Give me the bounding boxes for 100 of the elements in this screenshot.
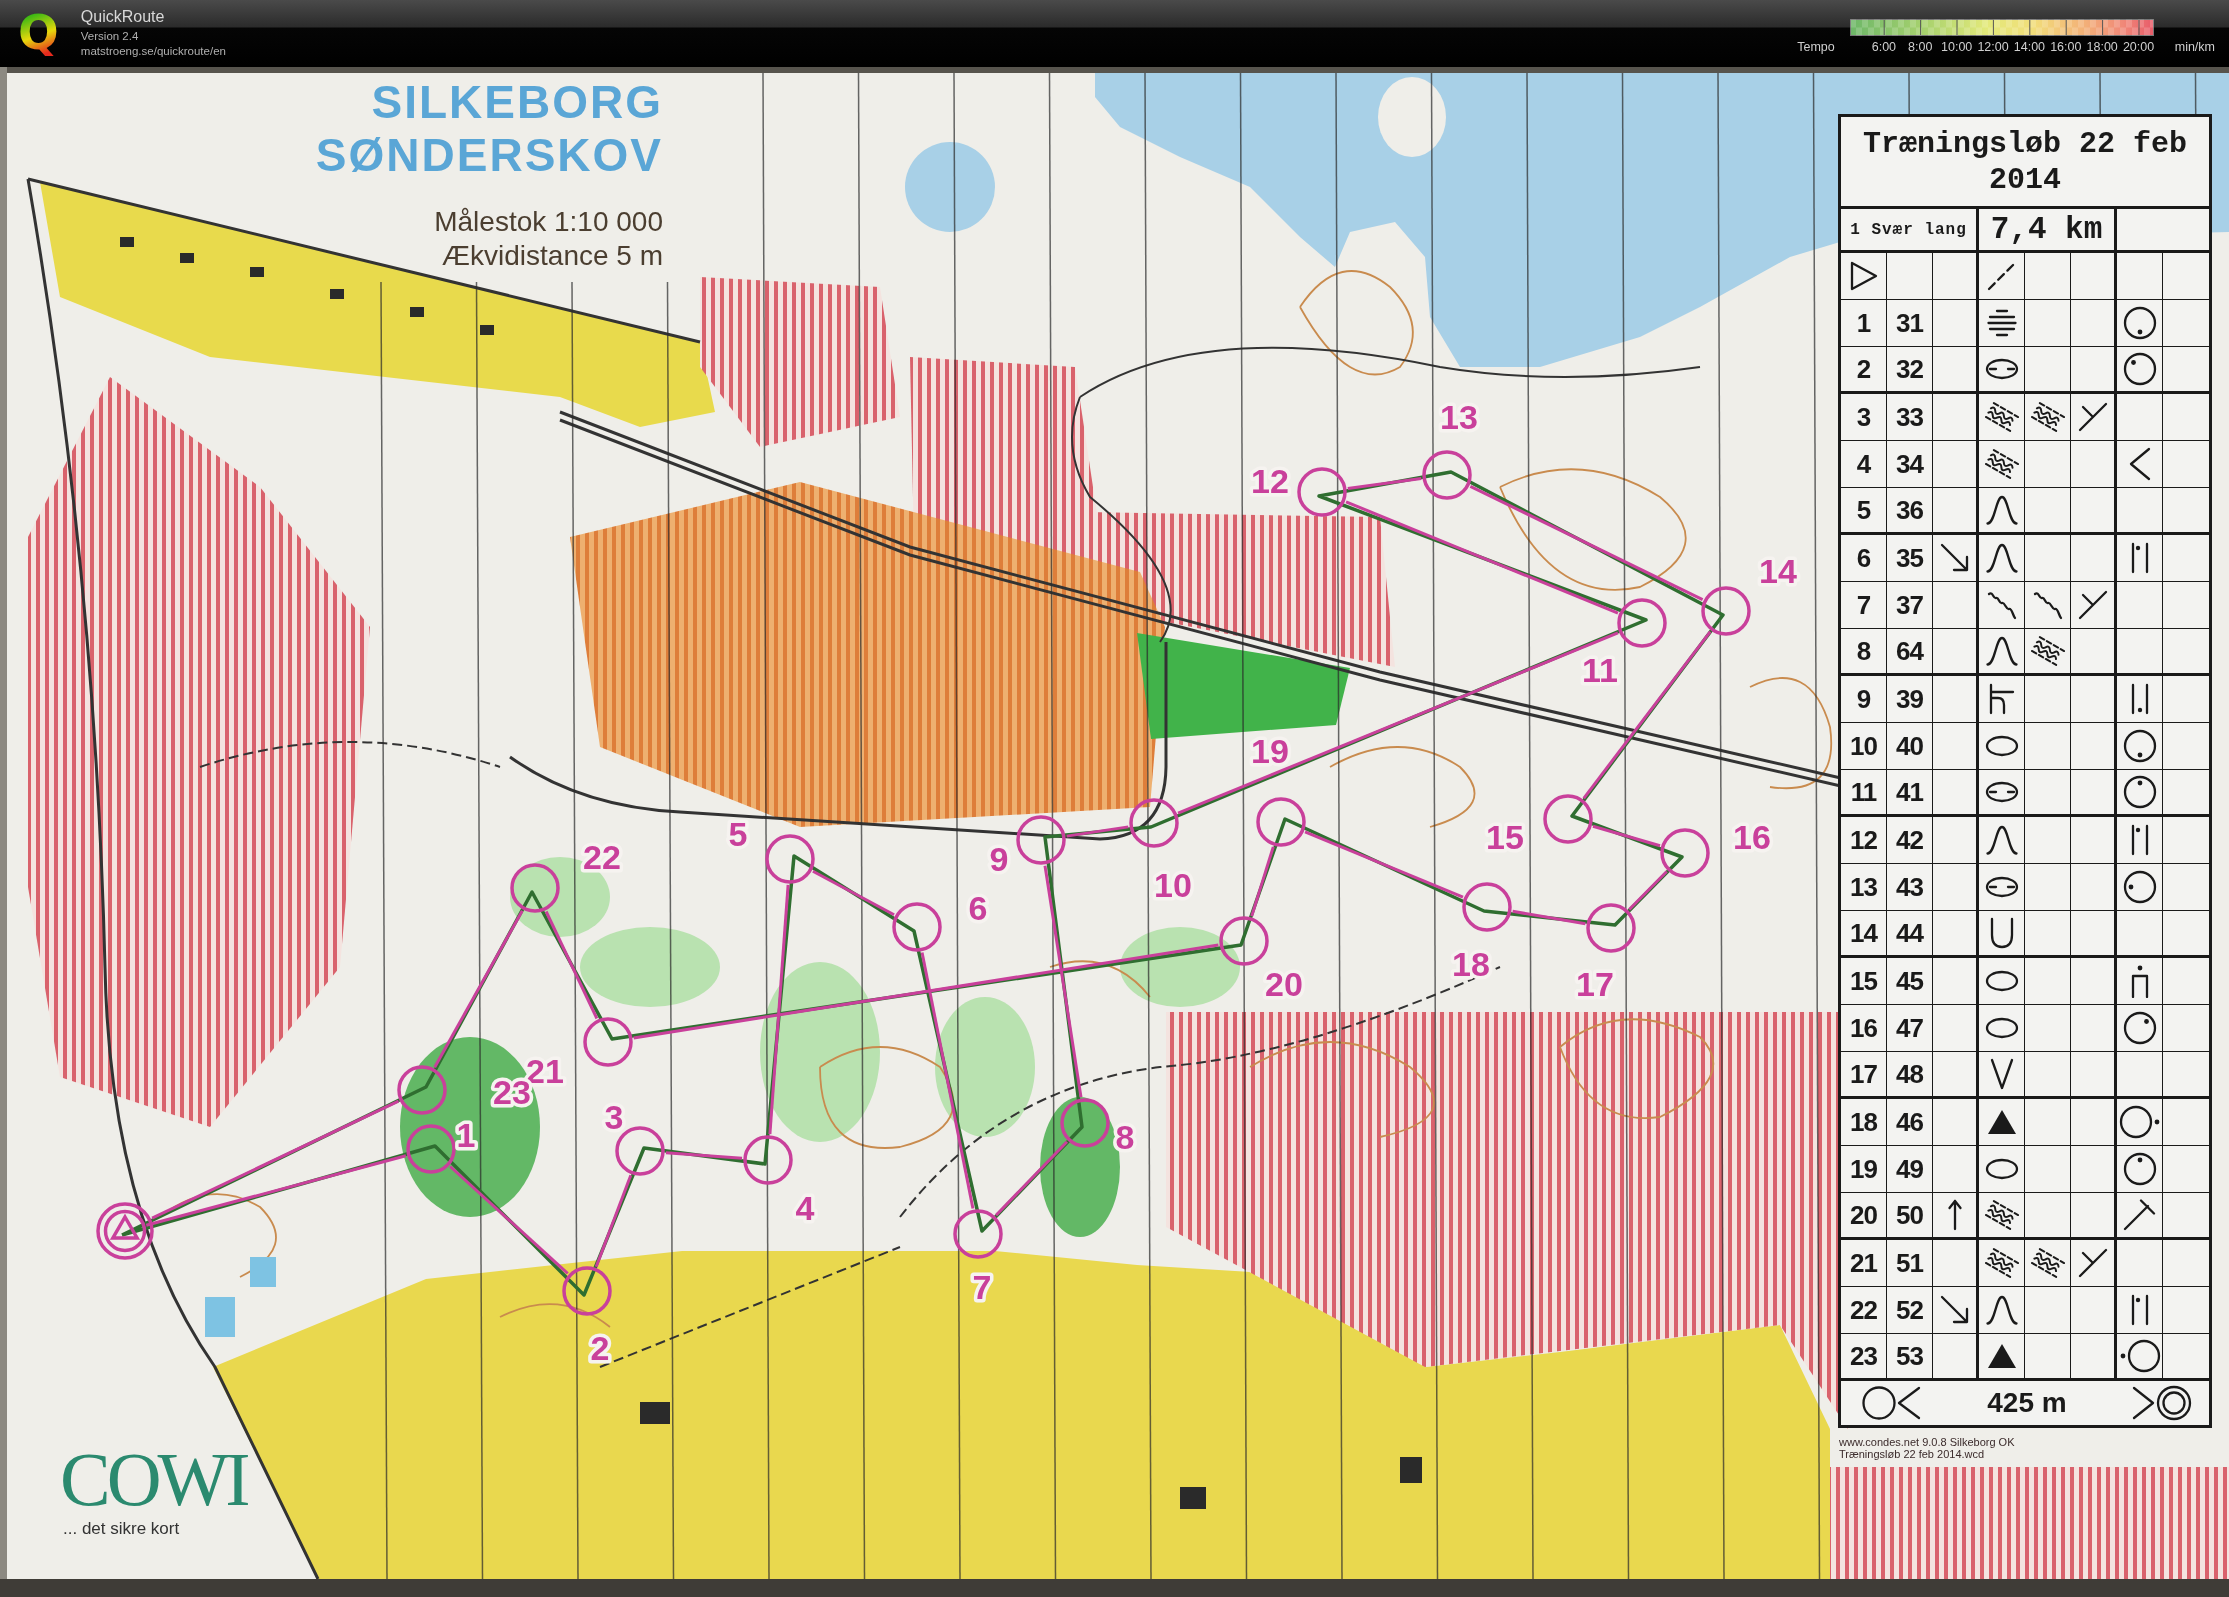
control-code: 50: [1896, 1200, 1923, 1230]
dashed-line-icon: [1986, 261, 2017, 291]
control-number: 19: [1850, 1154, 1877, 1184]
map-credit-line: Træningsløb 22 feb 2014.wcd: [1839, 1448, 1985, 1460]
control-number-label: 8: [1115, 1118, 1135, 1156]
control-circle-icon: [510, 863, 560, 913]
split-oval-icon: [1984, 358, 2019, 380]
double-bar-icon: [2129, 1294, 2150, 1326]
control-code: 44: [1896, 918, 1923, 948]
dotted-circle-icon: [2122, 775, 2157, 809]
control-circle-icon: [562, 1266, 612, 1316]
control-code: 49: [1896, 1154, 1923, 1184]
double-bar-icon: [2129, 542, 2150, 574]
course-length: 7,4 km: [1990, 212, 2103, 247]
control-number: 6: [1856, 543, 1871, 573]
control-number: 23: [1850, 1341, 1877, 1371]
control-circle-icon: [1586, 903, 1636, 953]
control-number-label: 11: [1582, 651, 1618, 689]
control-number-label: 7: [972, 1268, 992, 1306]
control-number: 18: [1850, 1107, 1877, 1137]
map-scale: Målestok 1:10 000: [434, 205, 663, 239]
tee-icon: [1987, 683, 2016, 715]
control-code: 43: [1896, 872, 1923, 902]
control-number-label: 4: [795, 1189, 815, 1227]
control-code: 53: [1896, 1341, 1923, 1371]
control-circle-icon: [1129, 798, 1179, 848]
oval-icon: [1984, 1017, 2019, 1039]
bell-curve-icon: [1985, 825, 2018, 855]
course-leg-line: [1066, 825, 1129, 838]
bell-curve-icon: [1985, 1295, 2018, 1325]
wavy-hatch-icon: [2030, 1247, 2065, 1279]
bracket-dot-icon: [2129, 964, 2150, 998]
building-icon: [1180, 1487, 1206, 1509]
map-title: SILKEBORG SØNDERSKOV: [314, 76, 663, 182]
control-circle-icon: [743, 1135, 793, 1185]
wavy-hatch-icon: [2030, 401, 2065, 433]
double-bar-icon: [2129, 824, 2150, 856]
control-number-label: 17: [1576, 965, 1614, 1003]
control-code: 34: [1896, 449, 1923, 479]
building-icon: [330, 289, 344, 299]
control-circle-icon: [1219, 916, 1269, 966]
control-circle-icon: [1016, 815, 1066, 865]
tempo-tick-label: 18:00: [2085, 40, 2119, 54]
tempo-tick-label: 16:00: [2049, 40, 2083, 54]
building-icon: [250, 267, 264, 277]
control-circle-icon: [892, 902, 942, 952]
filled-triangle-icon: [1986, 1343, 2017, 1369]
control-code: 32: [1896, 354, 1923, 384]
control-circle-icon: [1617, 598, 1667, 648]
bell-curve-icon: [1985, 543, 2018, 573]
control-number: 4: [1856, 449, 1871, 479]
bell-curve-icon: [1985, 636, 2018, 666]
wavy-hatch-icon: [1984, 448, 2019, 480]
control-number: 5: [1856, 495, 1871, 525]
control-code: 39: [1896, 684, 1923, 714]
control-number-label: 20: [1265, 965, 1303, 1003]
angle-icon: [2128, 447, 2151, 481]
control-circle-icon: [1543, 794, 1593, 844]
tempo-tick-label: 14:00: [2012, 40, 2047, 54]
control-circle-icon: [406, 1124, 456, 1174]
dotted-circle-icon: [2122, 352, 2157, 386]
map-credit-line: www.condes.net 9.0.8 Silkeborg OK: [1839, 1436, 2015, 1448]
stacked-lines-icon: [1986, 309, 2017, 337]
filled-triangle-icon: [1986, 1109, 2017, 1135]
dotted-circle-icon: [2122, 1011, 2157, 1045]
control-circle-icon: [765, 834, 815, 884]
control-number-label: 12: [1251, 462, 1289, 500]
app-version: Version 2.4: [80, 29, 139, 43]
tempo-tick-label: 8:00: [1907, 40, 1934, 54]
app-title: QuickRoute: [80, 7, 165, 26]
pond-icon: [250, 1257, 276, 1287]
control-number: 10: [1850, 731, 1877, 761]
chevron-double-circle-icon: [2131, 1385, 2193, 1421]
tempo-label: Tempo: [1797, 40, 1835, 54]
wavy-hatch-icon: [2030, 635, 2065, 667]
control-code: 46: [1896, 1107, 1923, 1137]
dotted-circle-icon: [2122, 729, 2157, 763]
double-bar-icon: [2129, 683, 2150, 715]
tempo-tick-label: 20:00: [2121, 40, 2156, 54]
finish-circle-icon: [96, 1202, 154, 1260]
control-code: 52: [1896, 1295, 1923, 1325]
building-icon: [180, 253, 194, 263]
wavy-hatch-icon: [1984, 1199, 2019, 1231]
control-number: 13: [1850, 872, 1877, 902]
control-code: 37: [1896, 590, 1923, 620]
control-number-label: 5: [728, 815, 748, 853]
building-icon: [410, 307, 424, 317]
fork-icon: [2077, 1248, 2108, 1278]
control-circle-icon: [583, 1017, 633, 1067]
control-number: 12: [1850, 825, 1877, 855]
start-triangle-icon: [1849, 261, 1878, 291]
dotted-circle-icon: [2122, 870, 2157, 904]
course-leg-line: [1592, 824, 1661, 848]
control-number-label: 9: [989, 840, 1009, 878]
bell-curve-icon: [1985, 495, 2018, 525]
control-code: 41: [1896, 777, 1923, 807]
control-number: 3: [1856, 402, 1871, 432]
control-code: 48: [1896, 1059, 1923, 1089]
oval-icon: [1984, 970, 2019, 992]
control-number-label: 19: [1251, 732, 1289, 770]
